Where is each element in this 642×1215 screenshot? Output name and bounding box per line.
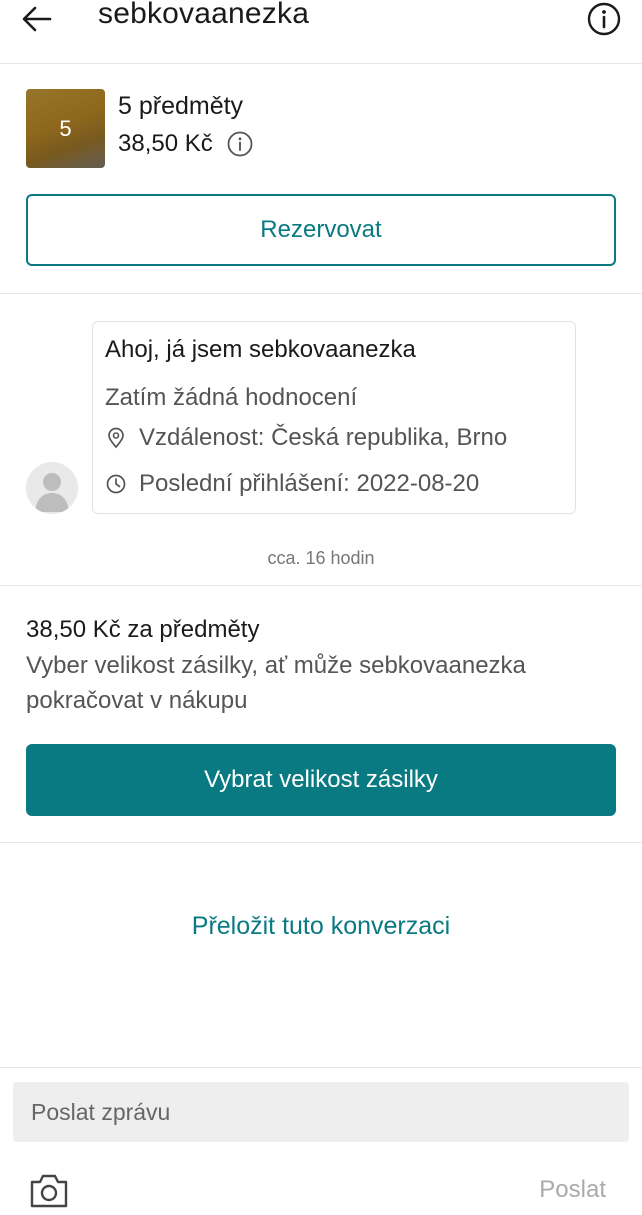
location-pin-icon bbox=[105, 427, 127, 449]
info-circle-icon bbox=[227, 131, 253, 157]
message-bubble: Ahoj, já jsem sebkovaanezka Zatím žádná … bbox=[92, 321, 576, 514]
items-count-label: 5 předměty bbox=[118, 92, 244, 120]
avatar[interactable] bbox=[26, 462, 78, 514]
location-text: Vzdálenost: Česká republika, Brno bbox=[139, 424, 508, 451]
message-composer: Poslat bbox=[0, 1067, 642, 1208]
clock-icon bbox=[105, 473, 127, 495]
arrow-left-icon bbox=[22, 6, 52, 32]
top-bar: sebkovaanezka bbox=[0, 0, 642, 64]
items-price-row: 38,50 Kč bbox=[118, 130, 253, 158]
choose-package-size-button[interactable]: Vybrat velikost zásilky bbox=[26, 744, 616, 816]
seller-intro-message: Ahoj, já jsem sebkovaanezka Zatím žádná … bbox=[0, 294, 642, 586]
last-login-text: Poslední přihlášení: 2022-08-20 bbox=[139, 470, 480, 497]
info-circle-icon bbox=[587, 2, 621, 36]
greeting-text: Ahoj, já jsem sebkovaanezka bbox=[105, 336, 416, 363]
items-summary: 5 5 předměty 38,50 Kč Rezervovat bbox=[0, 64, 642, 294]
items-price: 38,50 Kč bbox=[118, 130, 213, 157]
last-login-row: Poslední přihlášení: 2022-08-20 bbox=[105, 470, 479, 498]
reserve-button[interactable]: Rezervovat bbox=[26, 194, 616, 266]
message-input[interactable] bbox=[13, 1082, 629, 1142]
conversation-info-button[interactable] bbox=[586, 2, 622, 36]
message-timestamp: cca. 16 hodin bbox=[267, 548, 375, 568]
shipping-description: Vyber velikost zásilky, ať může sebkovaa… bbox=[26, 652, 526, 714]
camera-icon bbox=[30, 1174, 68, 1208]
camera-button[interactable] bbox=[28, 1170, 70, 1208]
thumbnail-item-count: 5 bbox=[59, 115, 72, 141]
price-info-button[interactable] bbox=[227, 131, 253, 157]
location-row: Vzdálenost: Česká republika, Brno bbox=[105, 424, 507, 452]
rating-text: Zatím žádná hodnocení bbox=[105, 384, 358, 411]
back-button[interactable] bbox=[18, 2, 56, 36]
shipping-prompt: 38,50 Kč za předměty Vyber velikost zási… bbox=[0, 586, 642, 843]
shipping-heading: 38,50 Kč za předměty bbox=[26, 616, 260, 643]
translate-conversation-link[interactable]: Přeložit tuto konverzaci bbox=[0, 912, 642, 941]
conversation-title: sebkovaanezka bbox=[98, 0, 310, 30]
items-thumbnail[interactable]: 5 bbox=[26, 89, 105, 168]
user-placeholder-icon bbox=[35, 473, 69, 512]
